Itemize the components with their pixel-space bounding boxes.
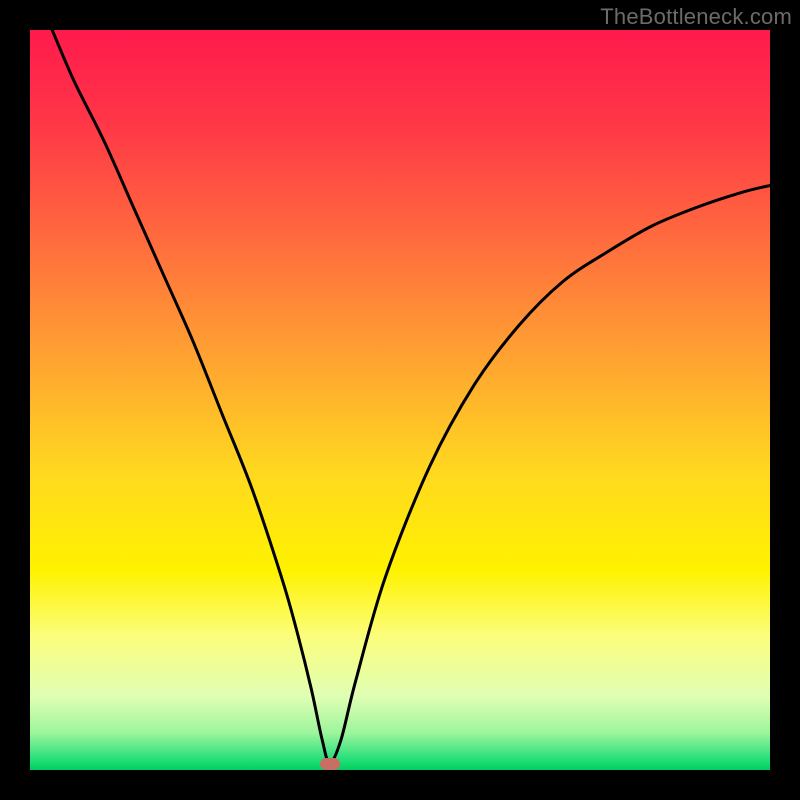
watermark-text: TheBottleneck.com bbox=[600, 4, 792, 30]
chart-frame: TheBottleneck.com bbox=[0, 0, 800, 800]
bottleneck-curve bbox=[52, 30, 770, 763]
optimum-marker bbox=[320, 758, 340, 770]
plot-area bbox=[30, 30, 770, 770]
curve-svg bbox=[30, 30, 770, 770]
